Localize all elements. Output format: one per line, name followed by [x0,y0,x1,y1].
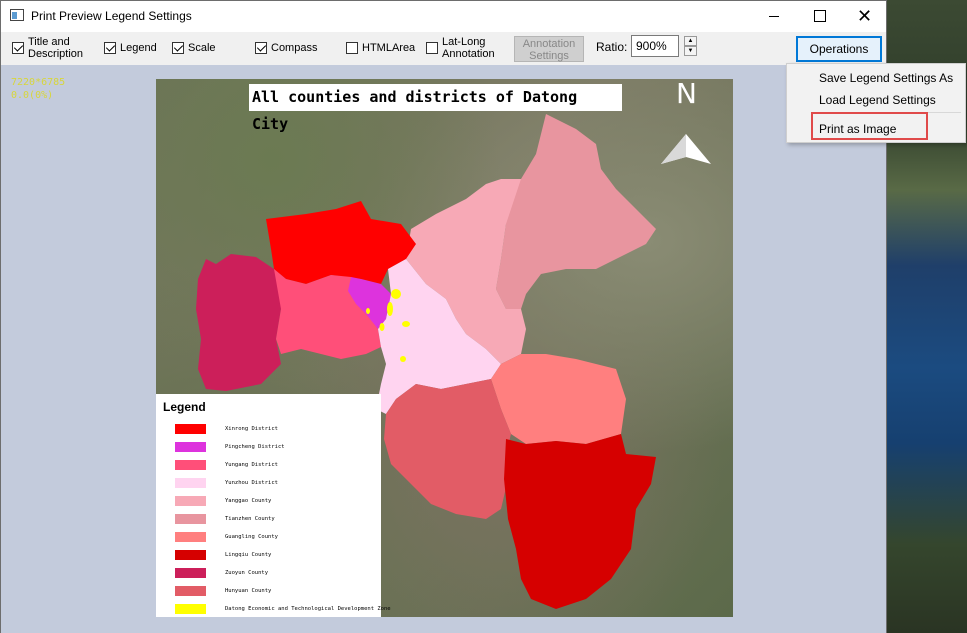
spin-up-icon: ▲ [687,38,694,44]
checkbox-box[interactable] [255,42,267,54]
title-bar: Print Preview Legend Settings ✕ [1,1,886,32]
region-guangling-county [491,354,626,444]
region-hunyuan-county [384,379,511,519]
legend-swatch [175,496,206,506]
ratio-label: Ratio: [596,40,628,54]
legend-title: Legend [163,400,206,414]
map-title: All counties and districts of Datong Cit… [249,84,622,133]
region-lingqiu-county [504,434,656,609]
operations-button[interactable]: Operations [796,36,882,62]
region-zuoyun-county [196,254,286,391]
legend-swatch [175,586,206,596]
legend-swatch [175,424,206,434]
legend-item: Tianzhen County [156,512,381,526]
map-preview: All counties and districts of Datong Cit… [156,79,733,617]
maximize-icon [813,10,826,22]
legend-item: Lingqiu County [156,548,381,562]
legend-swatch [175,604,206,614]
legend-swatch [175,478,206,488]
ratio-input[interactable] [631,35,679,57]
legend-checkbox[interactable]: Legend [104,42,157,54]
checkbox-label: Title and Description [28,36,84,60]
checkbox-box[interactable] [104,42,116,54]
legend-item: Yanggao County [156,494,381,508]
legend-label: Lingqiu County [225,552,272,558]
legend-label: Hunyuan County [225,588,272,594]
legend-swatch [175,550,206,560]
region-tianzhen-county [496,114,656,309]
legend-label: Yanggao County [225,498,272,504]
checkbox-label: HTMLArea [362,42,416,54]
checkbox-label: Legend [120,42,157,54]
legend-label: Tianzhen County [225,516,275,522]
checkbox-label: Compass [271,42,318,54]
htmlarea-checkbox[interactable]: HTMLArea [346,42,415,54]
checkbox-box[interactable] [12,42,24,54]
legend-label: Datong Economic and Technological Develo… [225,606,391,612]
ratio-spin-down[interactable]: ▼ [684,46,697,56]
print-preview-window: Print Preview Legend Settings ✕ Title an… [0,0,966,633]
close-button[interactable]: ✕ [842,1,887,31]
checkbox-box[interactable] [346,42,358,54]
legend-item: Yunzhou District [156,476,381,490]
legend-swatch [175,442,206,452]
legend-label: Yungang District [225,462,278,468]
legend-swatch [175,568,206,578]
legend-item: Guangling County [156,530,381,544]
legend-item: Datong Economic and Technological Develo… [156,602,391,616]
highlight-box [811,112,928,140]
compass-north-label: N [676,79,697,110]
legend-swatch [175,460,206,470]
lat-long-annotation-checkbox[interactable]: Lat-Long Annotation [426,36,500,60]
scale-checkbox[interactable]: Scale [172,42,216,54]
minimize-button[interactable] [751,1,796,31]
legend-swatch [175,514,206,524]
app-window-icon [10,9,24,21]
spin-down-icon: ▼ [687,48,694,54]
legend-item: Zuoyun County [156,566,381,580]
legend-item: Xinrong District [156,422,381,436]
scale-size-text: 7220*6785 [11,77,66,88]
checkbox-box[interactable] [426,42,438,54]
legend-label: Xinrong District [225,426,278,432]
scale-info: 7220*6785 0.0(0%) [11,76,65,102]
legend-swatch [175,532,206,542]
minimize-icon [768,15,779,17]
maximize-button[interactable] [797,1,842,31]
compass-checkbox[interactable]: Compass [255,42,317,54]
legend-item: Pingcheng District [156,440,381,454]
legend-item: Hunyuan County [156,584,381,598]
checkbox-label: Lat-Long Annotation [442,36,495,60]
legend-item: Yungang District [156,458,381,472]
legend-panel: Legend Xinrong District Pingcheng Distric… [156,394,391,617]
legend-label: Yunzhou District [225,480,278,486]
close-icon: ✕ [856,5,873,26]
legend-label: Zuoyun County [225,570,269,576]
menu-item-load-legend-settings[interactable]: Load Legend Settings [819,93,936,107]
scale-ratio-text: 0.0(0%) [11,90,54,101]
checkbox-label: Scale [188,42,216,54]
checkbox-box[interactable] [172,42,184,54]
title-description-checkbox[interactable]: Title and Description [12,36,88,60]
legend-label: Pingcheng District [225,444,285,450]
window-title: Print Preview Legend Settings [31,9,192,23]
annotation-settings-button[interactable]: Annotation Settings [514,36,584,62]
menu-item-save-legend-settings-as[interactable]: Save Legend Settings As [819,71,953,85]
compass-icon [661,134,711,164]
legend-label: Guangling County [225,534,278,540]
ratio-spin-up[interactable]: ▲ [684,36,697,46]
